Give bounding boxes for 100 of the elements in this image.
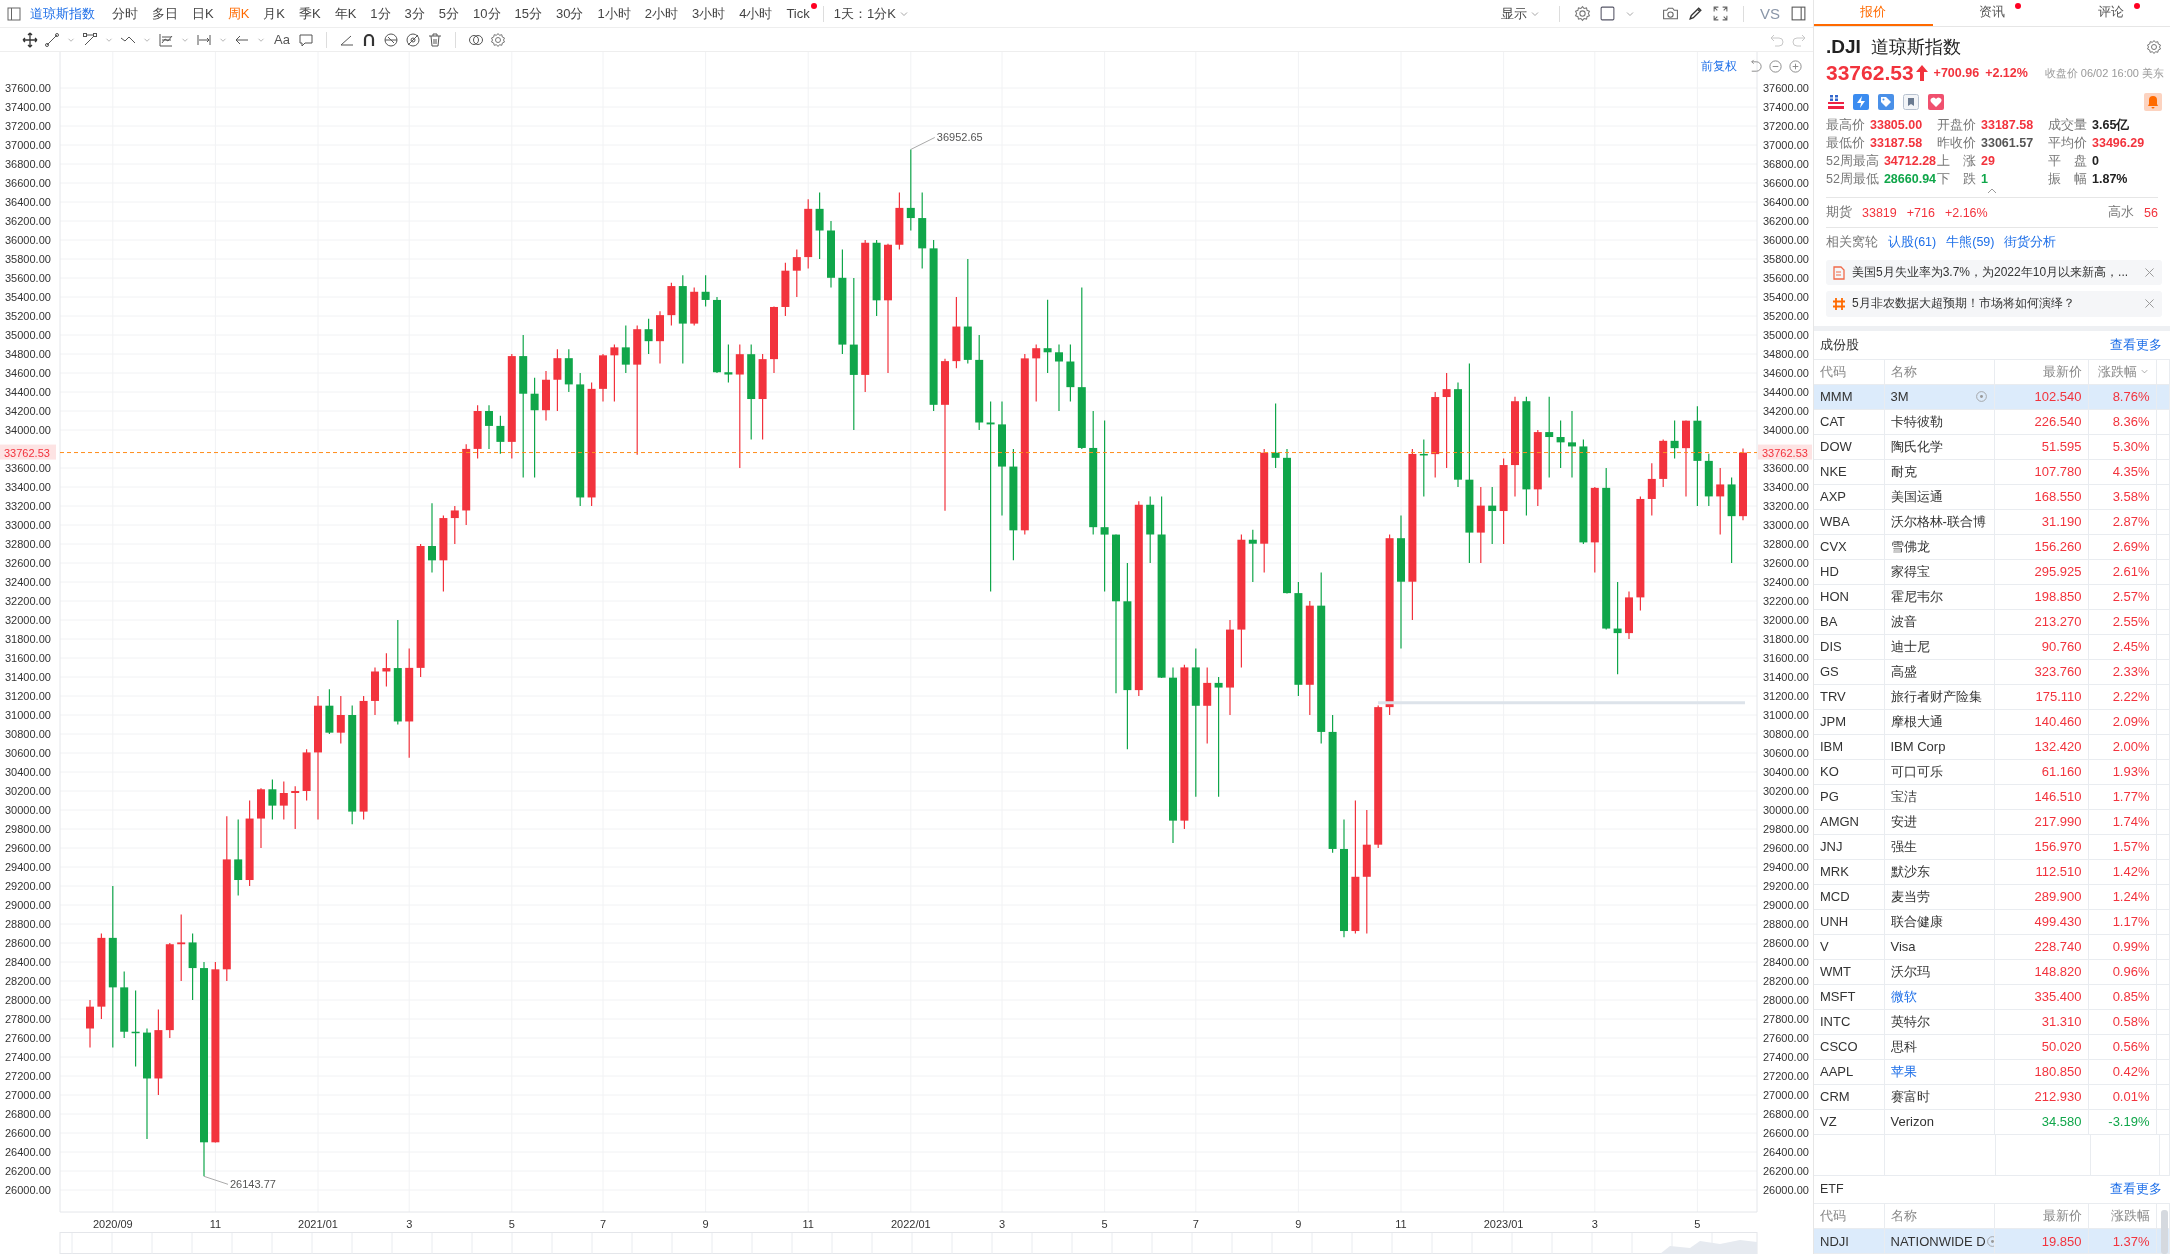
period-tab[interactable]: 5分	[431, 4, 467, 23]
futures-percent: +2.16%	[1944, 205, 1988, 220]
table-row[interactable]: UNH 联合健康 499.430 1.17%	[1814, 909, 2170, 935]
table-row[interactable]: PG 宝洁 146.510 1.77%	[1814, 784, 2170, 810]
table-row[interactable]: DIS 迪士尼 90.760 2.45%	[1814, 634, 2170, 660]
news-headline[interactable]: 5月非农数据大超预期！市场将如何演绎？	[1852, 295, 2137, 313]
table-row[interactable]: HD 家得宝 295.925 2.61%	[1814, 559, 2170, 585]
period-tab[interactable]: 年K	[327, 4, 364, 23]
table-row[interactable]: MRK 默沙东 112.510 1.42%	[1814, 859, 2170, 885]
period-tab[interactable]: 30分	[549, 4, 591, 23]
table-cell: 2.33%	[2112, 664, 2150, 680]
stat-label: 最高价	[1826, 117, 1865, 134]
table-row[interactable]: VZ Verizon 34.580 -3.19%	[1814, 1109, 2170, 1135]
price-change: +700.96	[1933, 66, 1980, 81]
period-tab[interactable]: 多日	[145, 4, 185, 23]
table-row[interactable]: NDJI NATIONWIDE D 19.850 1.37%	[1814, 1228, 2170, 1254]
table-row[interactable]: AMGN 安进 217.990 1.74%	[1814, 809, 2170, 835]
panel-tab[interactable]: 评论	[2051, 0, 2170, 27]
table-cell: 2.00%	[2112, 739, 2150, 755]
table-row[interactable]: V Visa 228.740 0.99%	[1814, 934, 2170, 960]
table-row[interactable]: AAPL 苹果 180.850 0.42%	[1814, 1059, 2170, 1085]
table-cell: 卡特彼勒	[1890, 412, 1943, 431]
period-tab[interactable]: 10分	[466, 4, 508, 23]
axis-label: 29200.00	[5, 880, 51, 892]
text-tool-button[interactable]: Aa	[272, 32, 292, 47]
period-tab[interactable]: 15分	[507, 4, 549, 23]
related-link[interactable]: 街货分析	[2004, 234, 2057, 251]
table-row[interactable]: DOW 陶氏化学 51.595 5.30%	[1814, 434, 2170, 460]
table-row[interactable]: KO 可口可乐 61.160 1.93%	[1814, 759, 2170, 785]
table-row[interactable]: BA 波音 213.270 2.55%	[1814, 609, 2170, 635]
axis-label: 33400.00	[1763, 481, 1809, 493]
table-row[interactable]: MSFT 微软 335.400 0.85%	[1814, 984, 2170, 1010]
period-tab[interactable]: 4小时	[732, 4, 780, 23]
news-banner[interactable]: 美国5月失业率为3.7%，为2022年10月以来新高，...	[1826, 260, 2162, 286]
table-row[interactable]: TRV 旅行者财产险集 175.110 2.22%	[1814, 684, 2170, 710]
axis-label: 30200.00	[1763, 785, 1809, 797]
related-link[interactable]: 牛熊(59)	[1946, 234, 1995, 251]
axis-label: 34800.00	[1763, 348, 1809, 360]
news-headline[interactable]: 美国5月失业率为3.7%，为2022年10月以来新高，...	[1852, 264, 2137, 282]
column-header[interactable]: 名称	[1890, 1208, 1917, 1223]
period-tab[interactable]: 月K	[256, 4, 292, 23]
table-row[interactable]: JPM 摩根大通 140.460 2.09%	[1814, 709, 2170, 735]
table-cell: UNH	[1820, 914, 1849, 930]
table-row[interactable]: JNJ 强生 156.970 1.57%	[1814, 834, 2170, 860]
table-cell: 0.99%	[2112, 939, 2150, 955]
stat-label: 昨收价	[1937, 135, 1976, 152]
table-row[interactable]: INTC 英特尔 31.310 0.58%	[1814, 1009, 2170, 1035]
axis-label: 36800.00	[5, 158, 51, 170]
period-tab[interactable]: 季K	[292, 4, 328, 23]
axis-label: 11	[1395, 1218, 1407, 1230]
table-row[interactable]: MMM 3M 102.540 8.76%	[1814, 384, 2170, 410]
table-row[interactable]: AXP 美国运通 168.550 3.58%	[1814, 484, 2170, 510]
axis-label: 34400.00	[1763, 386, 1809, 398]
symbol-tab[interactable]: 道琼斯指数	[30, 4, 95, 23]
column-header[interactable]: 名称	[1890, 363, 1917, 379]
more-link[interactable]: 查看更多	[2110, 336, 2162, 354]
table-cell: VZ	[1820, 1114, 1837, 1130]
table-row[interactable]: GS 高盛 323.760 2.33%	[1814, 659, 2170, 685]
table-row[interactable]: CAT 卡特彼勒 226.540 8.36%	[1814, 409, 2170, 435]
stat-label: 振 幅	[2048, 171, 2087, 188]
table-cell: 213.270	[2034, 614, 2082, 630]
table-cell: 1.57%	[2112, 839, 2150, 855]
period-tab[interactable]: 3分	[397, 4, 432, 23]
table-row[interactable]: IBM IBM Corp 132.420 2.00%	[1814, 734, 2170, 760]
table-cell: 3.58%	[2112, 489, 2150, 505]
period-tab[interactable]: 3小时	[684, 4, 733, 23]
table-cell: 90.760	[2041, 639, 2082, 655]
table-row[interactable]: MCD 麦当劳 289.900 1.24%	[1814, 884, 2170, 910]
table-cell: 3M	[1890, 389, 1909, 405]
table-row[interactable]: CVX 雪佛龙 156.260 2.69%	[1814, 534, 2170, 560]
table-row[interactable]: WBA 沃尔格林-联合博 31.190 2.87%	[1814, 509, 2170, 535]
period-tab[interactable]: 1小时	[590, 4, 638, 23]
table-row[interactable]: CSCO 思科 50.020 0.56%	[1814, 1034, 2170, 1060]
related-link[interactable]: 认股(61)	[1888, 234, 1937, 251]
table-cell: 1.24%	[2112, 889, 2150, 905]
axis-label: 11	[209, 1218, 222, 1230]
news-banner[interactable]: 5月非农数据大超预期！市场将如何演绎？	[1826, 291, 2162, 317]
adjust-link[interactable]: 前复权	[1701, 58, 1737, 75]
stock-link[interactable]: 苹果	[1890, 1062, 1917, 1081]
table-row[interactable]: CRM 赛富时 212.930 0.01%	[1814, 1084, 2170, 1110]
panel-tab[interactable]: 资讯	[1932, 0, 2052, 27]
stat-value: 33496.29	[2092, 135, 2145, 152]
axis-label: 9	[1295, 1218, 1302, 1230]
interval-dropdown[interactable]: 1天：1分K	[829, 4, 914, 23]
table-cell: 0.01%	[2112, 1089, 2150, 1105]
period-tab[interactable]: Tick	[779, 6, 817, 21]
more-link[interactable]: 查看更多	[2110, 1180, 2162, 1198]
table-cell: 289.900	[2034, 889, 2082, 905]
stock-link[interactable]: 微软	[1890, 987, 1917, 1006]
period-tab[interactable]: 分时	[105, 4, 145, 23]
stat-label: 上 涨	[1937, 153, 1976, 170]
table-cell: NDJI	[1820, 1233, 1849, 1249]
table-row[interactable]: WMT 沃尔玛 148.820 0.96%	[1814, 959, 2170, 985]
display-dropdown[interactable]: 显示	[1497, 4, 1545, 23]
period-tab[interactable]: 2小时	[637, 4, 685, 23]
table-row[interactable]: HON 霍尼韦尔 198.850 2.57%	[1814, 584, 2170, 610]
period-tab[interactable]: 1分	[363, 4, 398, 23]
period-tab[interactable]: 日K	[185, 4, 221, 23]
table-cell: Verizon	[1890, 1114, 1934, 1130]
table-row[interactable]: NKE 耐克 107.780 4.35%	[1814, 459, 2170, 485]
